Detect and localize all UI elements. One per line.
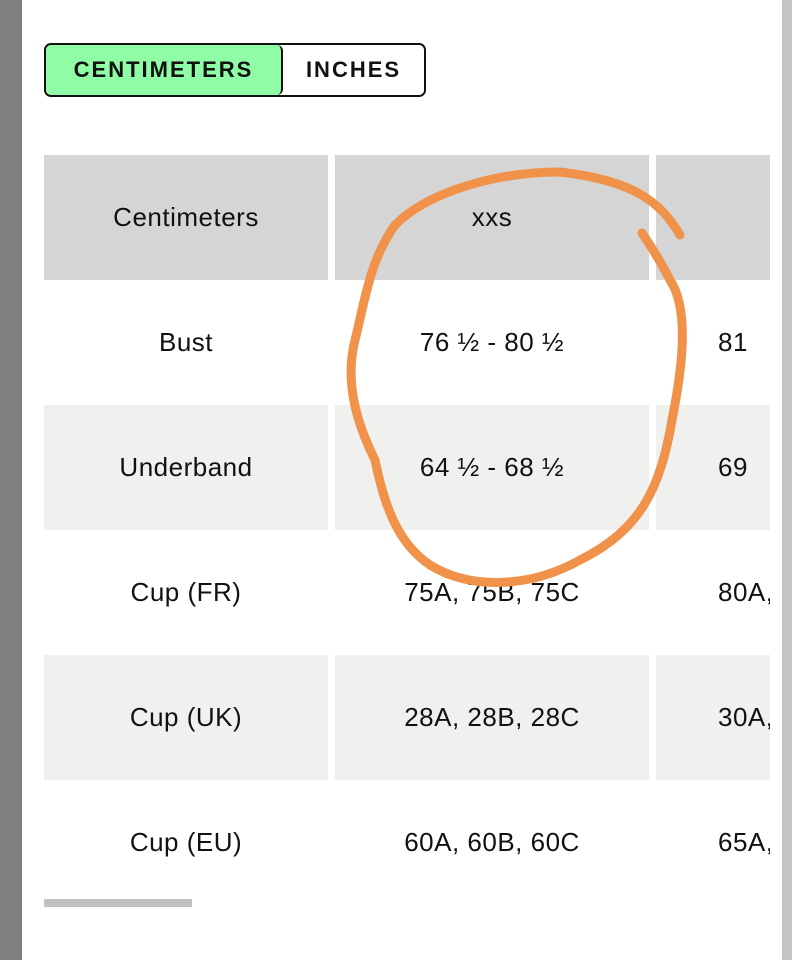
table-cell: 65A, [718, 827, 770, 857]
unit-toggle: CENTIMETERS INCHES [44, 43, 426, 97]
page-scrollbar[interactable] [782, 0, 792, 960]
table-cell: 28A, 28B, 28C [335, 655, 649, 780]
table-cell: 30A, [656, 655, 770, 780]
header-cell: XXS [335, 155, 649, 280]
table-cell: 76 ½ - 80 ½ [419, 327, 565, 357]
row-label: Bust [158, 327, 214, 357]
table-horizontal-scrollbar[interactable] [44, 899, 192, 907]
table-header-row: Centimeters XXS [44, 155, 770, 280]
table-cell: 60A, 60B, 60C [404, 827, 580, 857]
row-label: Cup (EU) [129, 827, 243, 857]
header-cell [656, 155, 770, 280]
row-label: Cup (UK) [44, 655, 328, 780]
row-label: Cup (FR) [130, 577, 242, 607]
table-row: Bust 76 ½ - 80 ½ 81 [44, 280, 770, 405]
left-edge [0, 0, 22, 960]
table-row: Underband 64 ½ - 68 ½ 69 [44, 405, 770, 530]
table-cell: 80A, [718, 577, 770, 607]
table-cell: 75A, 75B, 75C [404, 577, 580, 607]
table-row: Cup (FR) 75A, 75B, 75C 80A, [44, 530, 770, 655]
row-label: Underband [44, 405, 328, 530]
size-table: Centimeters XXS Bust 76 ½ - 80 ½ 81 Unde… [44, 155, 770, 905]
header-cell: Centimeters [44, 155, 328, 280]
table-cell: 64 ½ - 68 ½ [335, 405, 649, 530]
table-row: Cup (UK) 28A, 28B, 28C 30A, [44, 655, 770, 780]
centimeters-button[interactable]: CENTIMETERS [46, 45, 283, 95]
table-cell: 69 [656, 405, 770, 530]
table-cell: 81 [718, 327, 748, 357]
inches-button[interactable]: INCHES [283, 45, 424, 95]
table-row: Cup (EU) 60A, 60B, 60C 65A, [44, 780, 770, 905]
